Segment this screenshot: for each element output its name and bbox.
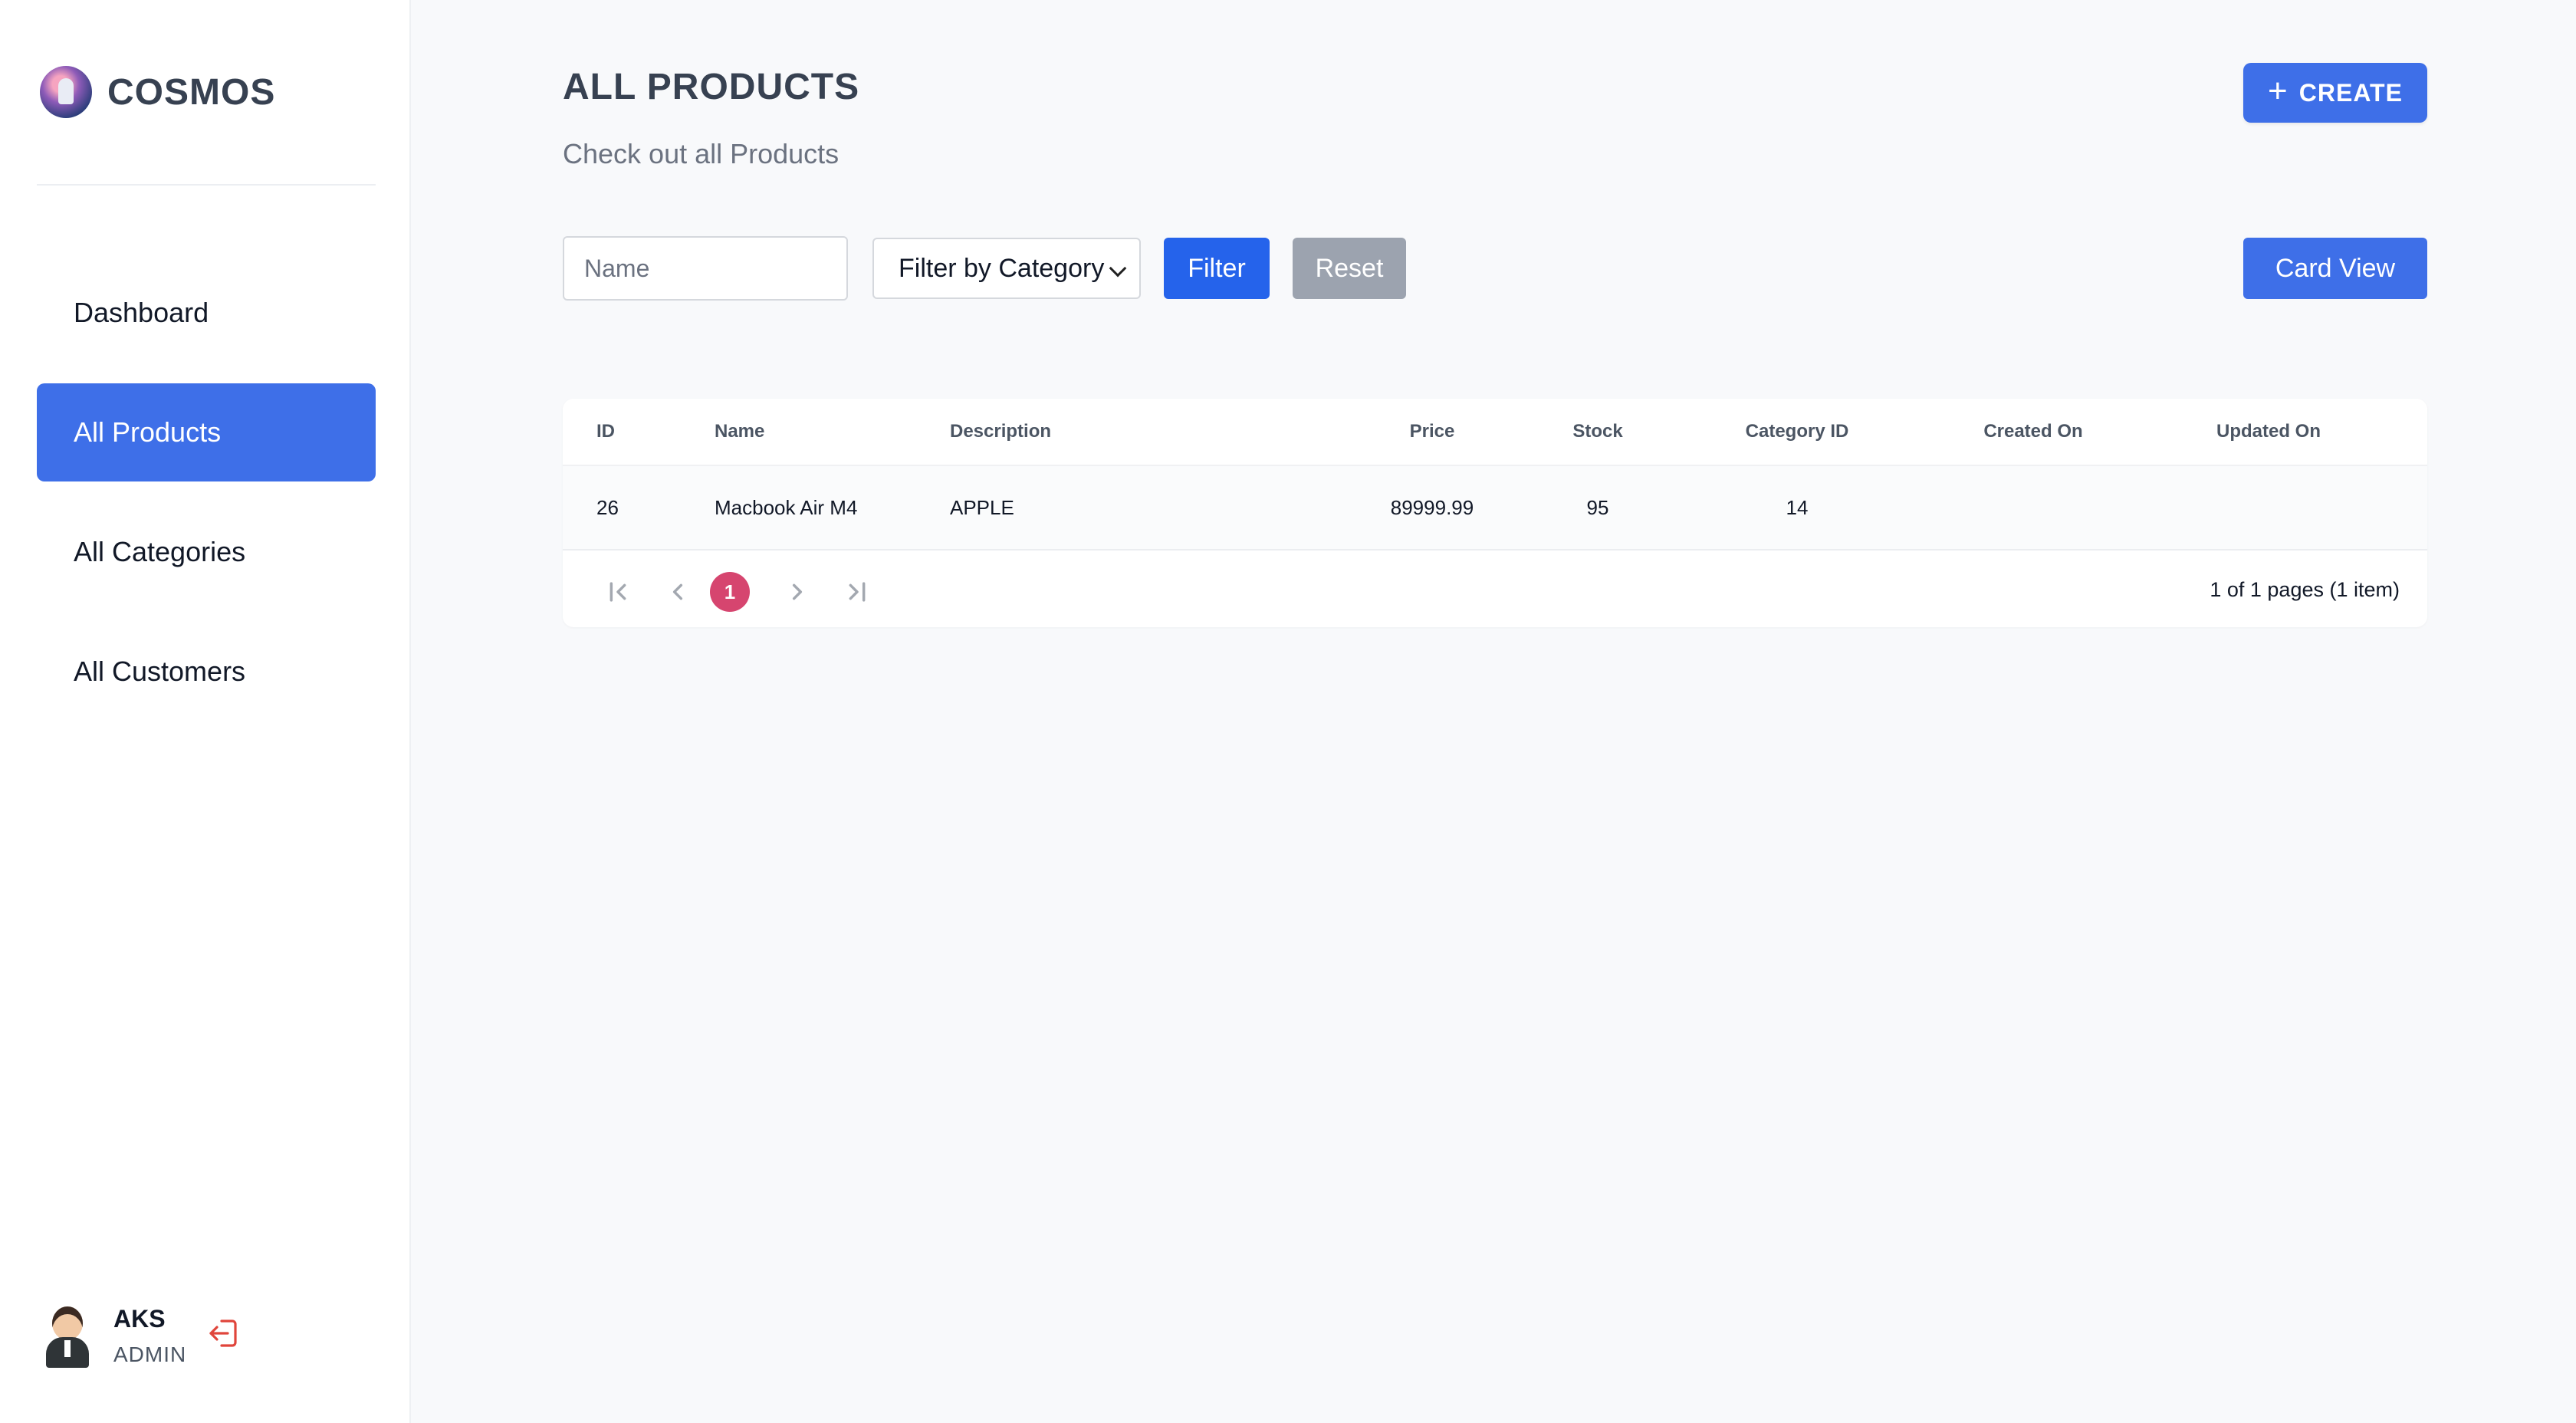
brand-name: COSMOS — [107, 71, 276, 113]
sidebar-item-label: All Customers — [74, 656, 246, 687]
cell-updated-on — [2169, 466, 2368, 549]
next-page-icon[interactable] — [777, 572, 817, 612]
page-button-current[interactable]: 1 — [710, 572, 750, 612]
pagination-info: 1 of 1 pages (1 item) — [2210, 577, 2400, 601]
last-page-icon[interactable] — [837, 572, 877, 612]
previous-page-icon[interactable] — [658, 572, 698, 612]
sidebar-nav: Dashboard All Products All Categories Al… — [37, 264, 376, 742]
column-header-created-on[interactable]: Created On — [1934, 399, 2133, 465]
user-info: AKS ADMIN — [113, 1305, 186, 1367]
column-header-description[interactable]: Description — [950, 399, 1051, 465]
first-page-icon[interactable] — [598, 572, 638, 612]
sidebar-item-label: All Products — [74, 416, 222, 448]
column-header-price[interactable]: Price — [1355, 399, 1509, 465]
card-view-button[interactable]: Card View — [2243, 238, 2427, 299]
column-header-id[interactable]: ID — [596, 399, 615, 465]
avatar — [41, 1303, 94, 1368]
plus-icon: + — [2268, 72, 2288, 110]
category-filter-value: Filter by Category — [899, 253, 1105, 283]
sidebar-item-all-customers[interactable]: All Customers — [37, 623, 376, 721]
pagination: 1 1 of 1 pages (1 item) — [563, 552, 2427, 627]
column-header-name[interactable]: Name — [715, 399, 764, 465]
user-name: AKS — [113, 1304, 166, 1333]
cell-category-id: 14 — [1786, 495, 1809, 519]
sidebar-item-label: All Categories — [74, 536, 246, 567]
filter-button[interactable]: Filter — [1164, 238, 1270, 299]
create-button[interactable]: + CREATE — [2243, 63, 2427, 123]
category-filter-select[interactable]: Filter by Category — [872, 238, 1141, 299]
sidebar-item-dashboard[interactable]: Dashboard — [37, 264, 376, 362]
chevron-down-icon — [1109, 259, 1127, 278]
cell-created-on — [1934, 466, 2133, 549]
page-subtitle: Check out all Products — [563, 138, 840, 169]
sidebar-divider — [37, 184, 376, 186]
products-table: ID Name Description Price Stock Category… — [563, 399, 2427, 627]
cell-id: 26 — [596, 495, 619, 519]
column-header-updated-on[interactable]: Updated On — [2169, 399, 2368, 465]
cell-price: 89999.99 — [1390, 495, 1474, 519]
cell-description: APPLE — [950, 495, 1014, 519]
page-title: ALL PRODUCTS — [563, 67, 860, 107]
column-header-category-id[interactable]: Category ID — [1697, 399, 1897, 465]
name-filter-input[interactable] — [563, 236, 848, 301]
table-header: ID Name Description Price Stock Category… — [563, 399, 2427, 466]
column-header-stock[interactable]: Stock — [1521, 399, 1674, 465]
cell-name: Macbook Air M4 — [715, 495, 858, 519]
cosmos-logo-icon — [40, 66, 92, 118]
reset-button[interactable]: Reset — [1293, 238, 1406, 299]
sidebar: COSMOS Dashboard All Products All Catego… — [0, 0, 411, 1423]
sidebar-item-all-categories[interactable]: All Categories — [37, 503, 376, 601]
cell-stock: 95 — [1586, 495, 1609, 519]
user-panel: AKS ADMIN — [41, 1303, 243, 1368]
sidebar-item-all-products[interactable]: All Products — [37, 383, 376, 481]
table-row[interactable]: 26 Macbook Air M4 APPLE 89999.99 95 14 — [563, 466, 2427, 550]
user-role: ADMIN — [113, 1342, 187, 1366]
sidebar-item-label: Dashboard — [74, 297, 209, 328]
create-button-label: CREATE — [2298, 78, 2403, 107]
brand[interactable]: COSMOS — [40, 66, 275, 118]
logout-icon[interactable] — [206, 1315, 243, 1352]
